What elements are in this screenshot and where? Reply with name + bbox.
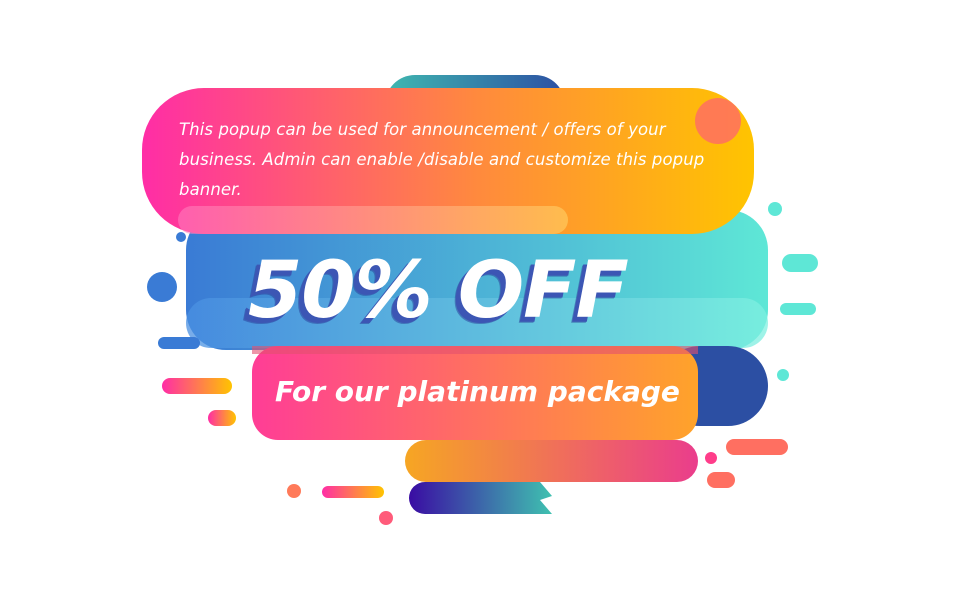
tail-purple xyxy=(409,482,552,514)
deco-dash-coral-1 xyxy=(726,439,788,455)
discount-headline: 50% OFF xyxy=(248,246,629,336)
deco-dash-teal-1 xyxy=(782,254,818,272)
deco-dash-gradient-3 xyxy=(322,486,384,498)
deco-dash-gradient-1 xyxy=(162,378,232,394)
popup-banner: This popup can be used for announcement … xyxy=(0,0,960,600)
deco-dot-big-blue xyxy=(147,272,177,302)
deco-dash-coral-2 xyxy=(707,472,735,488)
lower-ribbon-top-edge xyxy=(252,346,698,354)
upper-ribbon-fade xyxy=(178,206,568,234)
announcement-text: This popup can be used for announcement … xyxy=(179,120,705,199)
deco-dot-pink-orange xyxy=(379,511,393,525)
deco-dash-blue xyxy=(158,337,200,349)
deco-dash-teal-2 xyxy=(780,303,816,315)
deco-dot-orange xyxy=(287,484,301,498)
deco-dot-teal-1 xyxy=(768,202,782,216)
tail-orange xyxy=(405,440,698,482)
deco-dot-pink xyxy=(705,452,717,464)
deco-dash-gradient-2 xyxy=(208,410,236,426)
package-subline: For our platinum package xyxy=(275,375,680,408)
deco-dot-teal-2 xyxy=(777,369,789,381)
deco-dot-small-blue xyxy=(176,232,186,242)
